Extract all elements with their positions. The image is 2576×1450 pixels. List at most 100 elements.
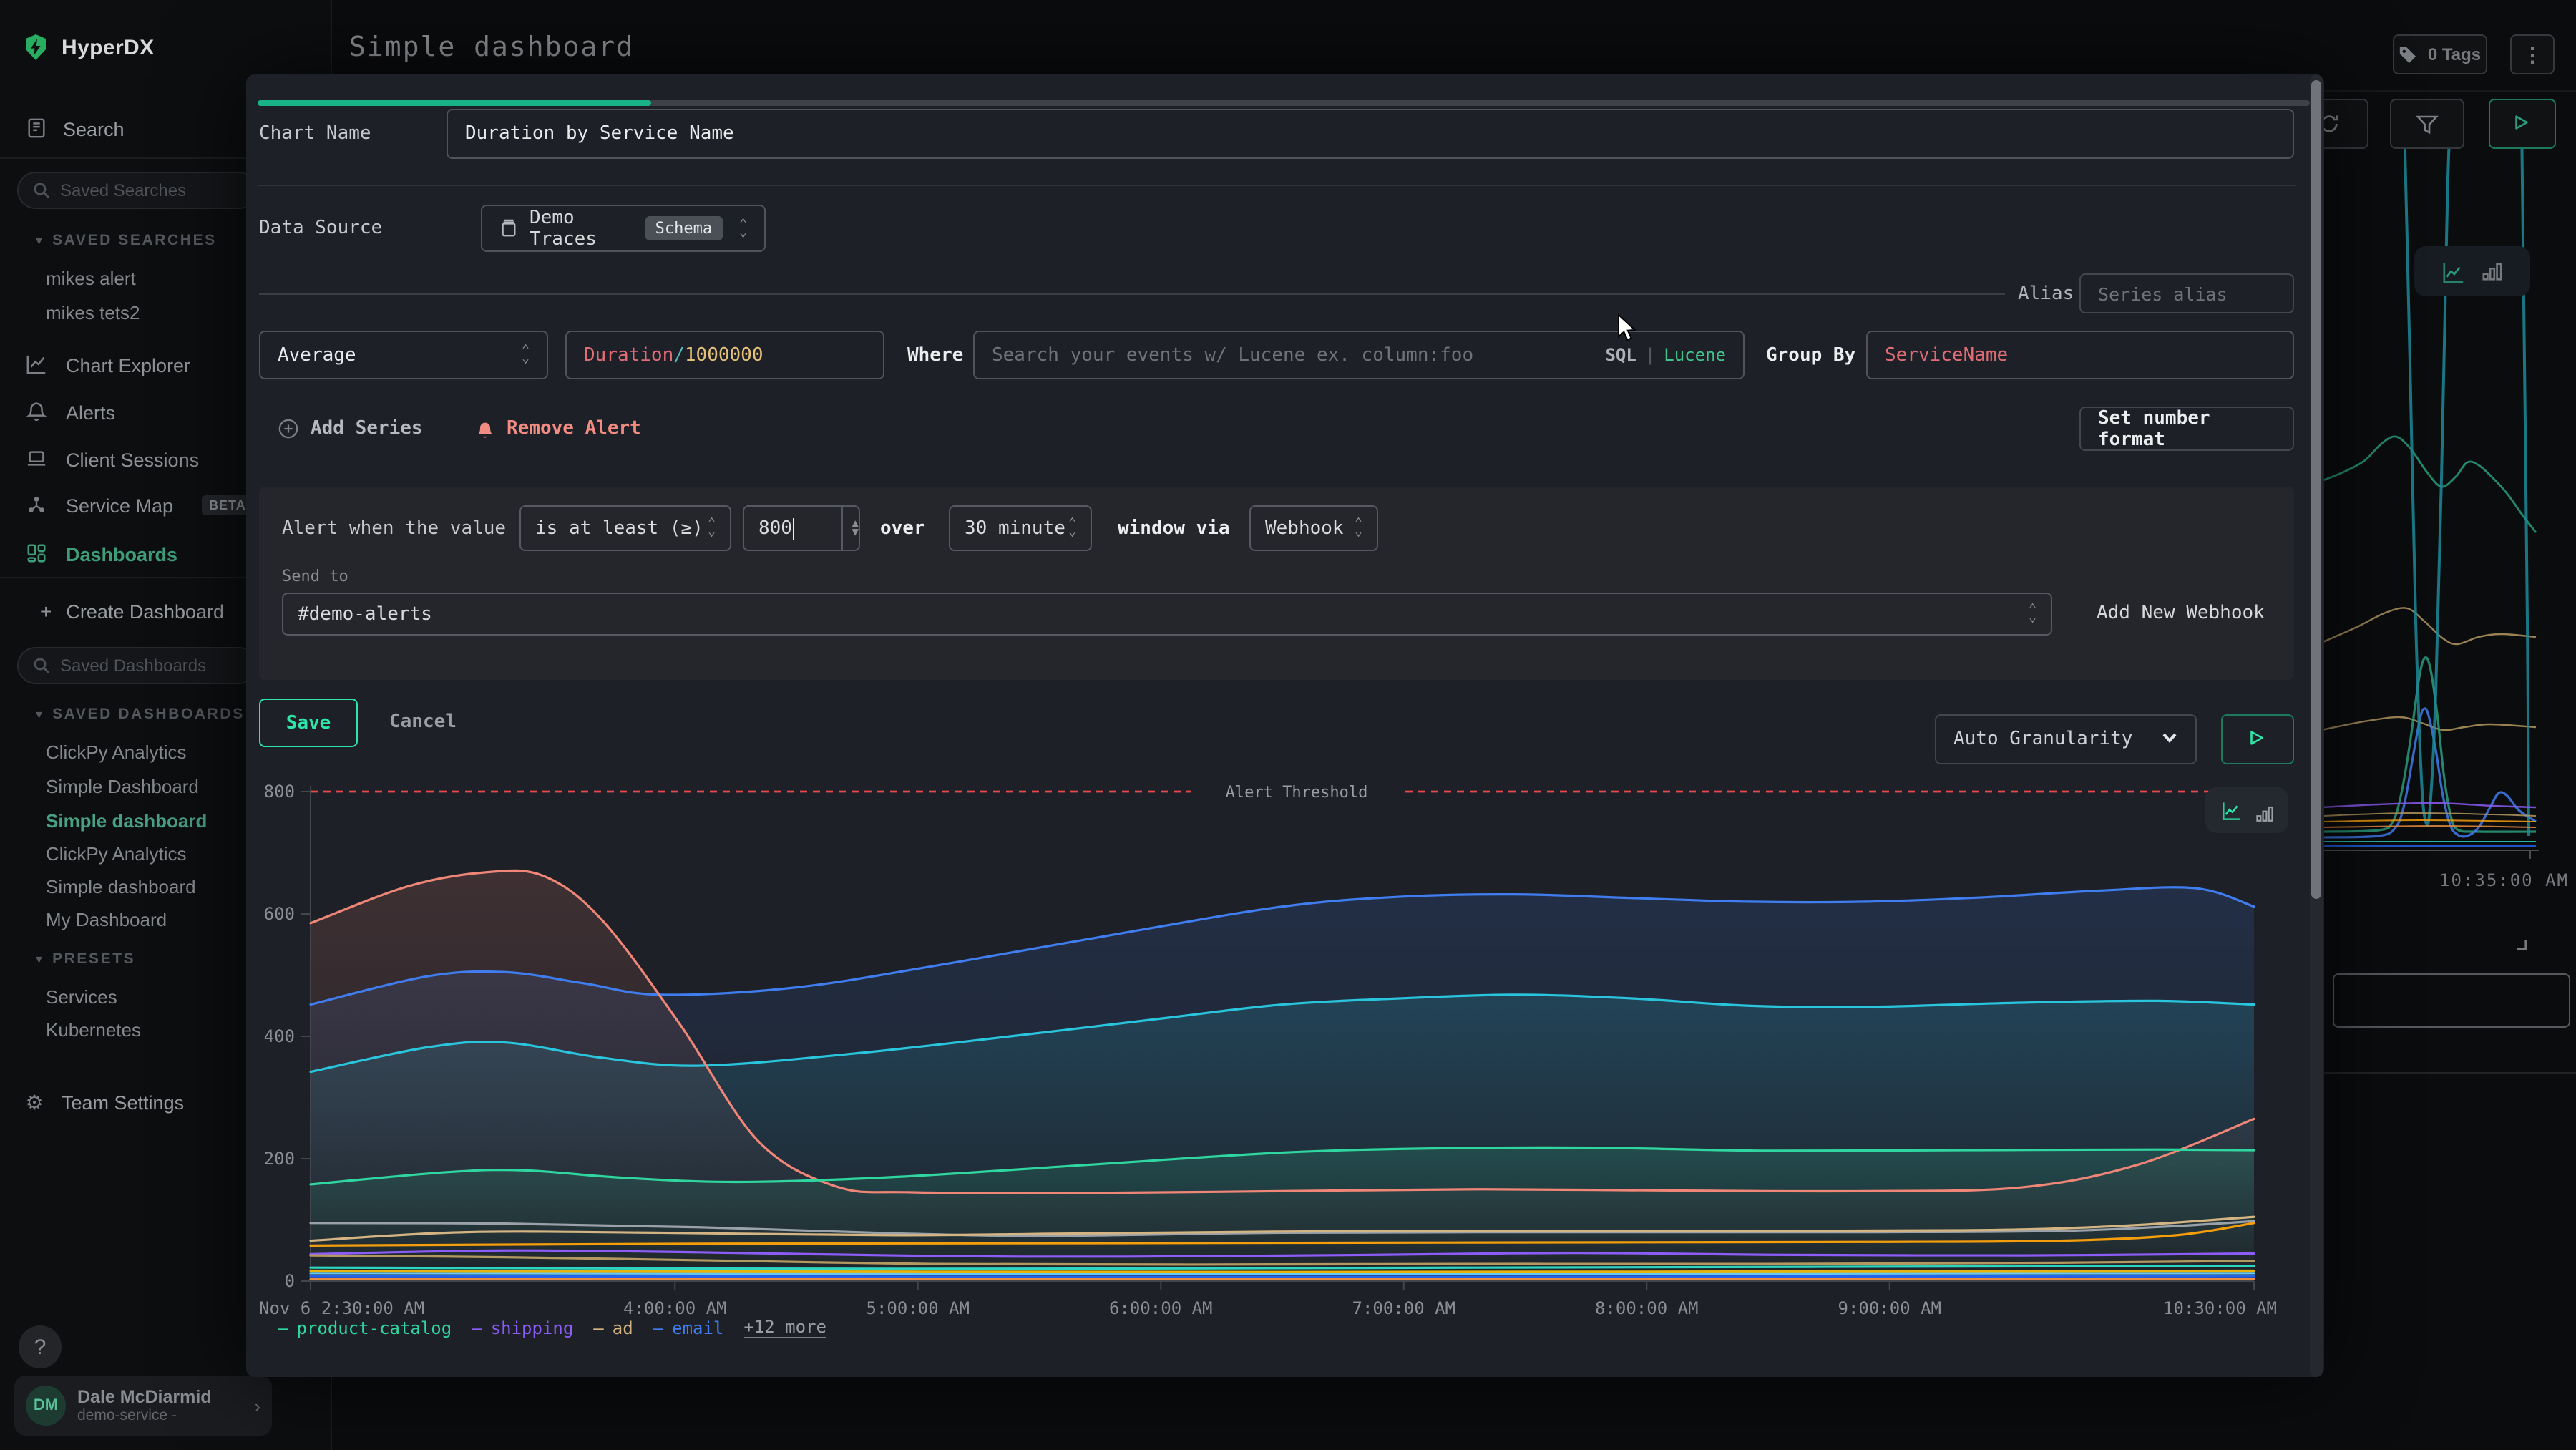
number-stepper[interactable]: ▲▼ xyxy=(841,507,859,550)
x-axis-tick-label: 5:00:00 AM xyxy=(867,1298,970,1318)
expr-divisor: 1000000 xyxy=(685,344,763,366)
modal-scrollbar[interactable] xyxy=(2310,74,2323,1377)
plus-icon: + xyxy=(40,600,52,623)
alert-channel-select[interactable]: Webhook ⌃⌄ xyxy=(1249,505,1378,551)
edit-chart-modal: Chart Name Data Source Demo Traces Schem… xyxy=(246,74,2324,1377)
webhook-value: #demo-alerts xyxy=(298,603,432,625)
bar-chart-icon xyxy=(2481,260,2504,283)
panel-resize-handle[interactable] xyxy=(2514,933,2529,959)
legend-item[interactable]: —shipping xyxy=(472,1318,573,1338)
x-axis-tick-label: Nov 6 2:30:00 AM xyxy=(259,1298,424,1318)
legend-item[interactable]: +12 more xyxy=(743,1317,826,1338)
filter-button[interactable] xyxy=(2390,99,2464,149)
database-icon xyxy=(499,219,518,238)
hyperdx-logo-icon xyxy=(23,34,49,60)
alert-threshold-value: 800 xyxy=(758,517,792,539)
chart-name-input[interactable] xyxy=(447,109,2294,159)
series-line-unnamed-blue xyxy=(311,1276,2254,1277)
save-button[interactable]: Save xyxy=(259,699,358,747)
select-chevrons-icon: ⌃⌄ xyxy=(1068,520,1076,537)
send-to-label: Send to xyxy=(282,567,348,585)
y-axis-tick-label: 800 xyxy=(264,782,295,802)
saved-searches-input[interactable]: Saved Searches xyxy=(17,172,258,209)
sql-toggle[interactable]: SQL xyxy=(1605,345,1636,365)
data-source-select[interactable]: Demo Traces Schema ⌃⌄ xyxy=(481,205,766,252)
background-chart-x-label: 10:35:00 AM xyxy=(2361,870,2569,890)
more-menu-button[interactable]: ⋮ xyxy=(2510,34,2555,74)
chevron-down-icon: ▾ xyxy=(36,951,42,967)
line-chart-icon xyxy=(2220,799,2242,821)
where-placeholder: Search your events w/ Lucene ex. column:… xyxy=(992,344,1473,366)
modal-divider xyxy=(258,185,2296,186)
progress-bar-fill xyxy=(258,100,651,106)
user-name: Dale McDiarmid xyxy=(77,1387,243,1407)
text-caret xyxy=(794,517,795,539)
cancel-button[interactable]: Cancel xyxy=(389,699,457,744)
y-axis-tick-label: 600 xyxy=(264,904,295,924)
background-chart-type-toggle[interactable] xyxy=(2414,246,2530,296)
alert-prefix: Alert when the value xyxy=(282,518,506,540)
aggregation-value: Average xyxy=(278,344,356,366)
legend-item[interactable]: —product-catalog xyxy=(278,1318,452,1338)
help-button[interactable]: ? xyxy=(19,1325,62,1368)
alias-input[interactable]: Series alias xyxy=(2079,273,2294,313)
service-map-icon xyxy=(26,494,49,517)
mouse-cursor xyxy=(1617,313,1639,344)
search-journal-icon xyxy=(26,117,49,140)
data-source-label: Data Source xyxy=(259,218,382,239)
alert-window-select[interactable]: 30 minute ⌃⌄ xyxy=(949,505,1092,551)
run-query-button-bg[interactable] xyxy=(2489,99,2556,149)
sql-lucene-separator: | xyxy=(1645,345,1655,365)
user-menu[interactable]: DM Dale McDiarmid demo-service - › xyxy=(14,1376,272,1436)
add-new-webhook-link[interactable]: Add New Webhook xyxy=(2097,603,2265,624)
alias-placeholder: Series alias xyxy=(2098,283,2228,304)
y-axis-tick-label: 400 xyxy=(264,1026,295,1046)
alias-label: Alias xyxy=(2018,283,2074,305)
group-by-input[interactable]: ServiceName xyxy=(1866,331,2294,379)
series-line-unnamed-lightblue xyxy=(311,1273,2254,1274)
select-chevrons-icon: ⌃⌄ xyxy=(1355,520,1362,537)
set-number-format-button[interactable]: Set number format xyxy=(2079,407,2294,451)
x-axis-tick-label: 8:00:00 AM xyxy=(1595,1298,1699,1318)
legend-item[interactable]: —ad xyxy=(593,1318,633,1338)
tag-icon xyxy=(2399,45,2418,64)
tags-label: 0 Tags xyxy=(2428,44,2481,64)
x-axis-tick-label: 9:00:00 AM xyxy=(1838,1298,1942,1318)
aggregation-select[interactable]: Average ⌃⌄ xyxy=(259,331,548,379)
webhook-select[interactable]: #demo-alerts ⌃⌄ xyxy=(282,593,2052,636)
run-chart-button[interactable] xyxy=(2221,714,2294,764)
add-series-button[interactable]: Add Series xyxy=(278,418,423,439)
group-by-label: Group By xyxy=(1766,345,1855,366)
app-root: Simple dashboard 0 Tags ⋮ 10:35:00 AM xyxy=(0,0,2576,1450)
filter-icon xyxy=(2416,112,2439,135)
avatar: DM xyxy=(26,1386,66,1426)
window-via-label: window via xyxy=(1118,518,1230,540)
select-chevrons-icon: ⌃⌄ xyxy=(2029,605,2036,623)
remove-alert-button[interactable]: Remove Alert xyxy=(475,418,641,439)
group-by-value: ServiceName xyxy=(1885,344,2008,366)
brand-name: HyperDX xyxy=(62,35,155,59)
bell-icon xyxy=(26,401,49,424)
saved-dashboards-input[interactable]: Saved Dashboards xyxy=(17,647,258,684)
alert-window-value: 30 minute xyxy=(965,517,1065,539)
scrollbar-thumb[interactable] xyxy=(2311,80,2321,899)
chevron-down-icon: ▾ xyxy=(36,706,42,722)
chart-type-toggle[interactable] xyxy=(2205,787,2288,833)
expr-operator: / xyxy=(673,344,685,366)
alert-threshold-input[interactable]: 800 ▲▼ xyxy=(743,505,860,551)
magnifier-icon xyxy=(33,182,50,199)
alert-bell-icon xyxy=(475,419,495,439)
user-team: demo-service - xyxy=(77,1407,243,1424)
page-title: Simple dashboard xyxy=(349,31,634,63)
line-chart-icon xyxy=(2441,260,2464,283)
legend-item[interactable]: —email xyxy=(653,1318,724,1338)
granularity-select[interactable]: Auto Granularity xyxy=(1935,714,2197,764)
lucene-toggle[interactable]: Lucene xyxy=(1664,345,1726,365)
alert-condition-select[interactable]: is at least (≥) ⌃⌄ xyxy=(519,505,731,551)
background-divider xyxy=(2321,1072,2576,1074)
metric-expression-input[interactable]: Duration/1000000 xyxy=(565,331,884,379)
tags-button[interactable]: 0 Tags xyxy=(2393,34,2487,74)
y-axis-tick-label: 200 xyxy=(264,1149,295,1169)
x-axis-tick-label: 6:00:00 AM xyxy=(1109,1298,1213,1318)
chart-explorer-icon xyxy=(26,354,49,376)
